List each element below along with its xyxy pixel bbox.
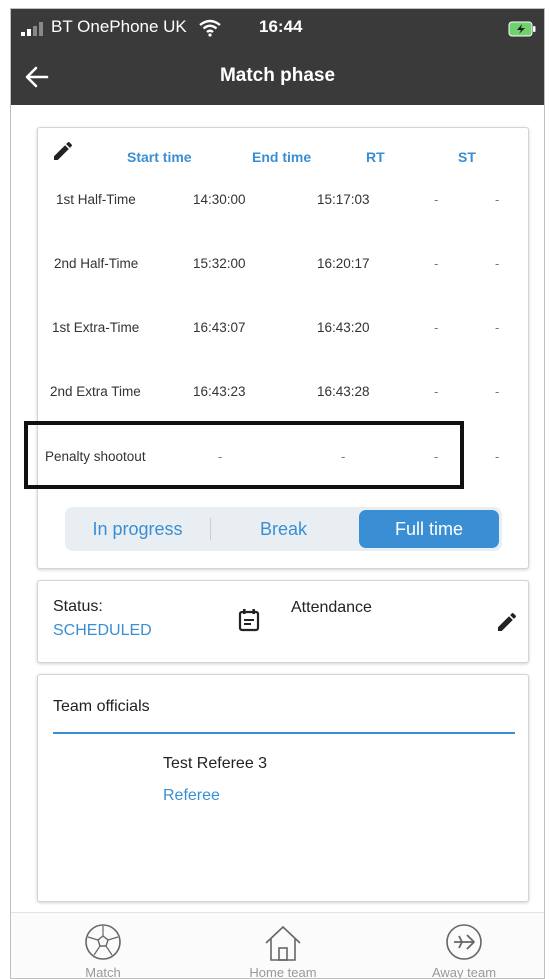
nav-item-match[interactable]: Match [33, 913, 173, 979]
wifi-icon [199, 19, 221, 37]
header-start-time: Start time [127, 149, 192, 165]
phase-end: 16:20:17 [317, 256, 370, 271]
nav-label-match: Match [85, 965, 121, 979]
header-end-time: End time [252, 149, 312, 165]
team-officials-title: Team officials [53, 698, 150, 715]
phase-start: 16:43:23 [193, 384, 246, 399]
phase-st: - [495, 192, 500, 207]
status-label: Status: [53, 598, 103, 615]
battery-icon [508, 21, 536, 37]
phase-st: - [495, 320, 500, 335]
phase-label: 1st Half-Time [56, 192, 136, 207]
pencil-icon[interactable] [495, 610, 519, 634]
phase-start: 15:32:00 [193, 256, 246, 271]
nav-label-away-team: Away team [431, 965, 497, 979]
phase-st: - [495, 384, 500, 399]
bottom-navigation: Match Home team Away team [11, 912, 544, 979]
phase-rt: - [434, 320, 439, 335]
phase-rt: - [434, 192, 439, 207]
pencil-icon[interactable] [51, 139, 75, 163]
clock: 16:44 [259, 17, 303, 36]
phase-end: 16:43:28 [317, 384, 370, 399]
football-icon [85, 924, 121, 960]
officials-divider [53, 732, 515, 734]
phase-label: 2nd Half-Time [54, 256, 139, 271]
segment-break[interactable]: Break [211, 507, 356, 551]
app-bar: Match phase [11, 49, 544, 105]
page-title: Match phase [219, 65, 336, 86]
home-icon [265, 925, 301, 961]
phase-st: - [495, 256, 500, 271]
phase-end: 15:17:03 [317, 192, 370, 207]
phase-label: 2nd Extra Time [50, 384, 141, 399]
phase-status-segmented-control: In progress Break Full time [65, 507, 502, 551]
segment-in-progress[interactable]: In progress [65, 507, 210, 551]
nav-item-away-team[interactable]: Away team [394, 913, 534, 979]
penalty-shootout-highlight [24, 421, 464, 489]
phase-label: 1st Extra-Time [52, 320, 140, 335]
signal-icon [21, 22, 43, 36]
phase-start: 16:43:07 [193, 320, 246, 335]
phase-rt: - [434, 256, 439, 271]
header-st: ST [458, 149, 476, 165]
phone-screen: BT OnePhone UK 16:44 Match phase Start t… [10, 8, 545, 979]
attendance-label: Attendance [291, 599, 372, 616]
official-role[interactable]: Referee [163, 787, 220, 805]
phase-rt: - [434, 384, 439, 399]
official-name: Test Referee 3 [163, 755, 268, 772]
segment-full-time[interactable]: Full time [359, 510, 499, 548]
phase-end: 16:43:20 [317, 320, 370, 335]
status-bar: BT OnePhone UK 16:44 [11, 9, 544, 49]
header-rt: RT [366, 149, 385, 165]
airplane-icon [446, 924, 482, 960]
nav-item-home-team[interactable]: Home team [213, 913, 353, 979]
carrier-name: BT OnePhone UK [51, 17, 187, 36]
phase-start: 14:30:00 [193, 192, 246, 207]
nav-label-home-team: Home team [249, 965, 317, 979]
calendar-icon[interactable] [238, 608, 260, 632]
status-value: SCHEDULED [53, 622, 152, 639]
phase-st: - [495, 449, 500, 464]
